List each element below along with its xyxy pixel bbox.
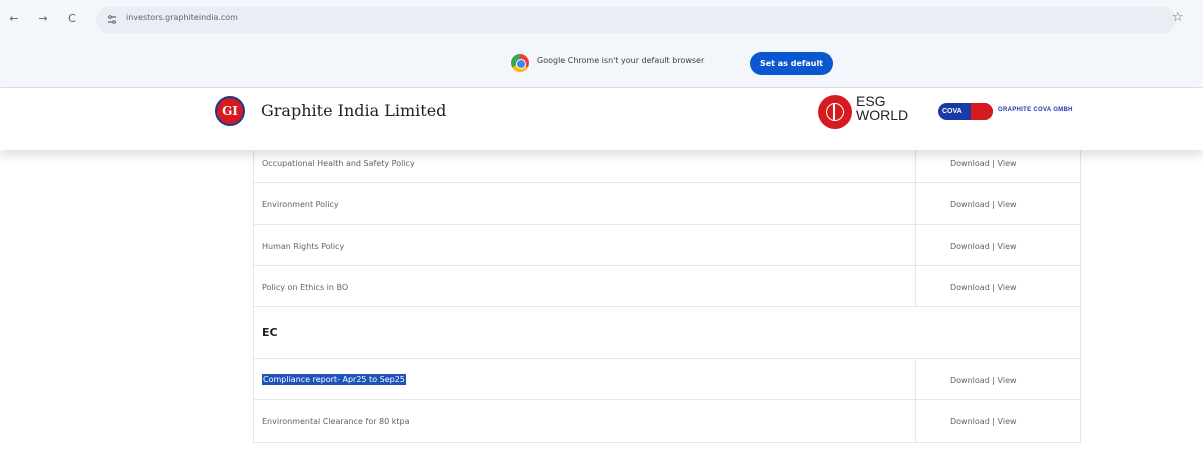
download-view-links[interactable]: Download | View <box>950 200 1017 209</box>
site-header: GI Graphite India Limited ESG WORLD COVA… <box>0 88 1203 150</box>
esg-globe-icon[interactable] <box>818 95 852 129</box>
policy-actions: Download | View <box>915 266 1080 306</box>
esg-world-logo[interactable]: ESG WORLD <box>856 94 908 122</box>
reload-button[interactable]: C <box>64 11 80 27</box>
policy-name: Human Rights Policy <box>262 242 345 251</box>
policy-name: Policy on Ethics in BO <box>262 283 349 292</box>
policy-name: Environment Policy <box>262 200 339 209</box>
table-row: Environment Policy Download | View <box>254 183 1080 225</box>
download-view-links[interactable]: Download | View <box>950 283 1017 292</box>
chrome-logo-icon <box>511 54 529 72</box>
cova-company-text: GRAPHITE COVA GMBH <box>998 107 1073 113</box>
graphite-india-logo[interactable]: GI <box>215 96 245 126</box>
site-info-icon[interactable] <box>106 14 118 26</box>
star-icon[interactable]: ☆ <box>1172 10 1184 25</box>
back-button[interactable]: ← <box>6 11 22 27</box>
policy-actions: Download | View <box>915 359 1080 399</box>
default-browser-infobar: Google Chrome isn't your default browser… <box>0 40 1203 88</box>
download-view-links[interactable]: Download | View <box>950 242 1017 251</box>
policy-name: Environmental Clearance for 80 ktpa <box>262 417 410 426</box>
policy-name-selected: Compliance report- Apr25 to Sep25 <box>262 374 406 385</box>
policy-name: Occupational Health and Safety Policy <box>262 159 415 168</box>
table-row: Environmental Clearance for 80 ktpa Down… <box>254 400 1080 442</box>
infobar-message: Google Chrome isn't your default browser <box>537 56 705 65</box>
section-title: EC <box>262 326 278 339</box>
download-view-links[interactable]: Download | View <box>950 159 1017 168</box>
table-row: Human Rights Policy Download | View <box>254 225 1080 266</box>
policy-actions: Download | View <box>915 225 1080 265</box>
esg-line-2: WORLD <box>856 107 909 123</box>
download-view-links[interactable]: Download | View <box>950 417 1017 426</box>
address-bar[interactable]: investors.graphiteindia.com <box>96 7 1176 33</box>
forward-button[interactable]: → <box>35 11 51 27</box>
esg-line-1: ESG <box>856 93 886 109</box>
policy-actions: Download | View <box>915 183 1080 224</box>
policy-table: Occupational Health and Safety Policy Do… <box>253 142 1081 443</box>
policy-actions: Download | View <box>915 400 1080 442</box>
cova-logo[interactable]: COVA <box>938 103 993 120</box>
section-header-row: EC <box>254 307 1080 359</box>
table-row: Policy on Ethics in BO Download | View <box>254 266 1080 307</box>
set-as-default-button[interactable]: Set as default <box>750 52 833 75</box>
company-name[interactable]: Graphite India Limited <box>261 101 446 120</box>
browser-toolbar: ← → C investors.graphiteindia.com ☆ <box>0 0 1203 40</box>
url-text: investors.graphiteindia.com <box>126 13 238 22</box>
download-view-links[interactable]: Download | View <box>950 376 1017 385</box>
table-row: Compliance report- Apr25 to Sep25 Downlo… <box>254 359 1080 400</box>
